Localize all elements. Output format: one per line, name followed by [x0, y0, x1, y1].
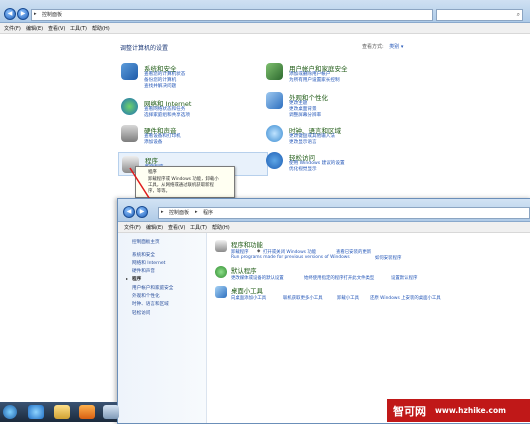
menu-bar: 文件(F) 编辑(E) 查看(V) 工具(T) 帮助(H) — [118, 222, 530, 233]
back-arrow-icon[interactable]: ◀ — [4, 8, 16, 20]
view-by: 查看方式: 类别 ▾ — [362, 43, 403, 50]
section-link[interactable]: 向桌面添加小工具 — [231, 295, 266, 301]
folder-icon: ▸ — [161, 209, 164, 215]
section-link[interactable]: 设置默认程序 — [391, 275, 417, 281]
category-user-accounts: 用户帐户和家庭安全 添加或删除用户帐户 为所有用户设置家长控制 — [266, 63, 406, 93]
accessibility-icon — [266, 152, 283, 169]
section-default-programs: 默认程序 更改媒体或设备的默认设置 始终使用指定的程序打开此文件类型 设置默认程… — [215, 266, 525, 286]
menu-tools[interactable]: 工具(T) — [190, 224, 207, 231]
search-icon[interactable]: ⌕ — [517, 11, 520, 19]
address-bar[interactable]: ▸ 控制面板 ▸ 程序 — [158, 207, 530, 219]
section-link[interactable]: 卸载小工具 — [337, 295, 359, 301]
front-window-titlebar: ◀ ▶ ▸ 控制面板 ▸ 程序 — [118, 199, 530, 222]
watermark-url: www.hzhike.com — [435, 406, 506, 415]
back-arrow-icon[interactable]: ◀ — [123, 206, 135, 218]
control-panel-taskbar-icon[interactable] — [103, 405, 119, 419]
section-link[interactable]: 如何安装程序 — [375, 255, 401, 261]
category-link[interactable]: 优化视觉显示 — [289, 166, 317, 172]
section-link[interactable]: 始终使用指定的程序打开此文件类型 — [304, 275, 374, 281]
section-title[interactable]: 桌面小工具 — [231, 286, 263, 295]
globe-icon — [121, 98, 138, 115]
menu-view[interactable]: 查看(V) — [168, 224, 185, 231]
category-hardware-sound: 硬件和声音 查看设备和打印机 添加设备 — [121, 125, 261, 155]
section-title[interactable]: 程序和功能 — [231, 240, 263, 249]
start-button-icon[interactable] — [3, 405, 17, 419]
programs-window: ◀ ▶ ▸ 控制面板 ▸ 程序 文件(F) 编辑(E) 查看(V) 工具(T) … — [117, 198, 530, 424]
category-system-security: 系统和安全 查看您的计算机状态 备份您的计算机 查找并解决问题 — [121, 63, 261, 93]
breadcrumb-item[interactable]: 控制面板 — [42, 11, 62, 18]
section-link[interactable]: 还原 Windows 上安装的桌面小工具 — [370, 295, 441, 301]
taskbar — [0, 402, 119, 422]
breadcrumb-item[interactable]: 程序 — [203, 209, 213, 216]
category-appearance: 外观和个性化 更改主题 更改桌面背景 调整屏幕分辨率 — [266, 92, 406, 122]
default-programs-icon — [215, 266, 227, 278]
breadcrumb-separator: ▸ — [195, 209, 198, 215]
menu-view[interactable]: 查看(V) — [48, 25, 65, 32]
sidebar-item-users[interactable]: 用户帐户和家庭安全 — [132, 285, 173, 291]
category-link[interactable]: 更改显示语言 — [289, 139, 317, 145]
sidebar-item-appearance[interactable]: 外观和个性化 — [132, 293, 160, 299]
address-bar[interactable]: ▸ 控制面板 — [31, 9, 433, 21]
category-link[interactable]: 添加设备 — [144, 139, 162, 145]
menu-edit[interactable]: 编辑(E) — [26, 25, 43, 32]
back-window-titlebar: ◀ ▶ ▸ 控制面板 ⌕ — [0, 0, 530, 23]
clock-icon — [266, 125, 283, 142]
sidebar-item-hardware[interactable]: 硬件和声音 — [132, 268, 155, 274]
view-by-label: 查看方式: — [362, 44, 384, 50]
current-item-bullet-icon: ▸ — [126, 276, 129, 281]
file-explorer-icon[interactable] — [54, 405, 70, 419]
sidebar-item-network[interactable]: 网络和 Internet — [132, 260, 165, 266]
section-link[interactable]: 联机获取更多小工具 — [283, 295, 323, 301]
internet-explorer-icon[interactable] — [28, 405, 44, 419]
monitor-icon — [266, 92, 283, 109]
sidebar-item-ease[interactable]: 轻松访问 — [132, 310, 150, 316]
sidebar-item-system[interactable]: 系统和安全 — [132, 252, 155, 258]
sidebar: 控制面板主页 系统和安全 网络和 Internet 硬件和声音 ▸ 程序 用户帐… — [118, 233, 207, 423]
sidebar-item-programs[interactable]: 程序 — [132, 276, 141, 282]
sidebar-item-clock[interactable]: 时钟、语言和区域 — [132, 301, 169, 307]
programs-features-icon — [215, 240, 227, 252]
section-title[interactable]: 默认程序 — [231, 266, 257, 275]
category-network: 网络和 Internet 查看网络状态和任务 选择家庭组和共享选项 — [121, 98, 261, 128]
media-player-icon[interactable] — [79, 405, 95, 419]
category-link[interactable]: 为所有用户设置家长控制 — [289, 77, 340, 83]
category-link[interactable]: 调整屏幕分辨率 — [289, 112, 321, 118]
forward-arrow-icon[interactable]: ▶ — [17, 8, 29, 20]
section-link[interactable]: 更改媒体或设备的默认设置 — [231, 275, 284, 281]
breadcrumb-item[interactable]: 控制面板 — [169, 209, 189, 216]
sidebar-item-home[interactable]: 控制面板主页 — [132, 239, 160, 245]
forward-arrow-icon[interactable]: ▶ — [136, 206, 148, 218]
menu-edit[interactable]: 编辑(E) — [146, 224, 163, 231]
section-desktop-gadgets: 桌面小工具 向桌面添加小工具 联机获取更多小工具 卸载小工具 还原 Window… — [215, 286, 525, 306]
menu-help[interactable]: 帮助(H) — [212, 224, 230, 231]
gadgets-icon — [215, 286, 227, 298]
menu-file[interactable]: 文件(F) — [4, 25, 21, 32]
search-input[interactable]: ⌕ — [436, 9, 523, 21]
category-link[interactable]: 选择家庭组和共享选项 — [144, 112, 190, 118]
category-clock-language: 时钟、语言和区域 更改键盘或其他输入法 更改显示语言 — [266, 125, 406, 155]
shield-small-icon: ◆ — [257, 249, 261, 254]
users-icon — [266, 63, 283, 80]
menu-bar: 文件(F) 编辑(E) 查看(V) 工具(T) 帮助(H) — [0, 23, 530, 34]
page-title: 调整计算机的设置 — [120, 45, 169, 52]
menu-tools[interactable]: 工具(T) — [70, 25, 87, 32]
menu-help[interactable]: 帮助(H) — [92, 25, 110, 32]
view-by-dropdown[interactable]: 类别 ▾ — [389, 44, 403, 50]
watermark: 智可网 www.hzhike.com — [387, 399, 530, 422]
folder-icon: ▸ — [34, 11, 37, 17]
category-ease-of-access: 轻松访问 使用 Windows 建议的设置 优化视觉显示 — [266, 152, 406, 182]
printer-icon — [121, 125, 138, 142]
section-programs-features: 程序和功能 卸载程序 ◆ 打开或关闭 Windows 功能 查看已安装的更新 R… — [215, 240, 525, 261]
section-link[interactable]: Run programs made for previous versions … — [231, 255, 350, 260]
watermark-brand: 智可网 — [393, 405, 426, 418]
shield-icon — [121, 63, 138, 80]
category-link[interactable]: 查找并解决问题 — [144, 83, 176, 89]
menu-file[interactable]: 文件(F) — [124, 224, 141, 231]
